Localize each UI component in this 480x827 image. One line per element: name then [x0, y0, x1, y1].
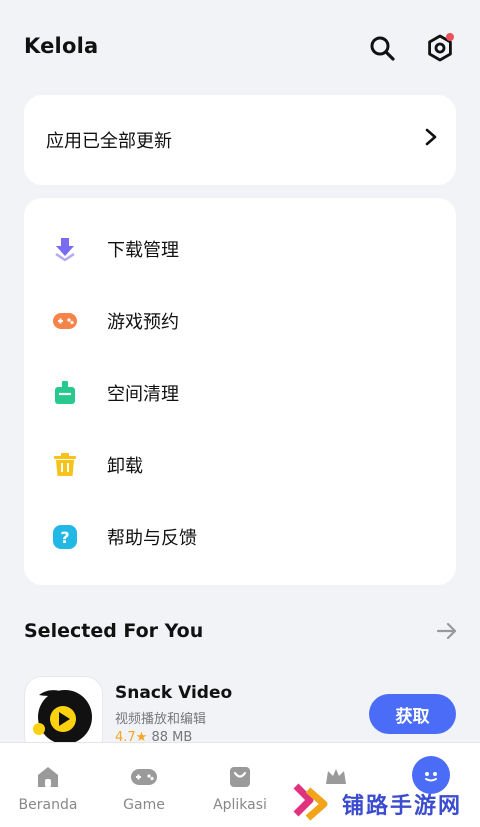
chevron-right-icon: [425, 128, 437, 146]
manage-menu-card: 下载管理 游戏预约 空间清理 卸载 ? 帮助与反馈: [24, 198, 456, 585]
help-icon: ?: [52, 524, 78, 550]
watermark: 铺路手游网: [290, 778, 480, 826]
menu-item-label: 帮助与反馈: [107, 528, 197, 549]
cleanup-icon: [52, 380, 78, 406]
page-title: Kelola: [24, 34, 99, 58]
get-button[interactable]: 获取: [369, 694, 456, 734]
menu-item-help-feedback[interactable]: ? 帮助与反馈: [24, 501, 456, 573]
update-status-text: 应用已全部更新: [46, 131, 172, 152]
svg-text:?: ?: [60, 528, 69, 547]
search-icon: [370, 36, 395, 61]
menu-item-label: 卸载: [107, 456, 143, 477]
nav-item-aplikasi[interactable]: Aplikasi: [192, 743, 288, 827]
nav-label: Beranda: [18, 797, 78, 813]
menu-item-label: 游戏预约: [107, 312, 179, 333]
app-name: Snack Video: [115, 683, 233, 703]
header: Kelola: [0, 0, 480, 96]
gamepad-icon: [52, 308, 78, 334]
nav-label: Game: [123, 797, 165, 813]
menu-item-space-cleanup[interactable]: 空间清理: [24, 357, 456, 429]
nav-item-beranda[interactable]: Beranda: [0, 743, 96, 827]
watermark-logo-icon: [293, 783, 328, 821]
game-icon: [130, 763, 158, 791]
settings-button[interactable]: [422, 30, 458, 66]
nav-item-game[interactable]: Game: [96, 743, 192, 827]
trash-icon: [52, 452, 78, 478]
notification-dot: [446, 33, 454, 41]
download-icon: [52, 236, 78, 262]
section-title: Selected For You: [24, 620, 204, 642]
app-description: 视频播放和编辑: [115, 712, 207, 727]
arrow-right-icon[interactable]: [436, 620, 458, 642]
apps-bag-icon: [226, 763, 254, 791]
update-status-card[interactable]: 应用已全部更新: [24, 95, 456, 185]
menu-item-uninstall[interactable]: 卸载: [24, 429, 456, 501]
menu-item-download-manager[interactable]: 下载管理: [24, 213, 456, 285]
search-button[interactable]: [364, 30, 400, 66]
watermark-text: 铺路手游网: [342, 794, 463, 819]
nav-label: Aplikasi: [213, 797, 267, 813]
menu-item-label: 空间清理: [107, 384, 179, 405]
menu-item-label: 下载管理: [107, 240, 179, 261]
menu-item-game-reservation[interactable]: 游戏预约: [24, 285, 456, 357]
home-icon: [34, 763, 62, 791]
